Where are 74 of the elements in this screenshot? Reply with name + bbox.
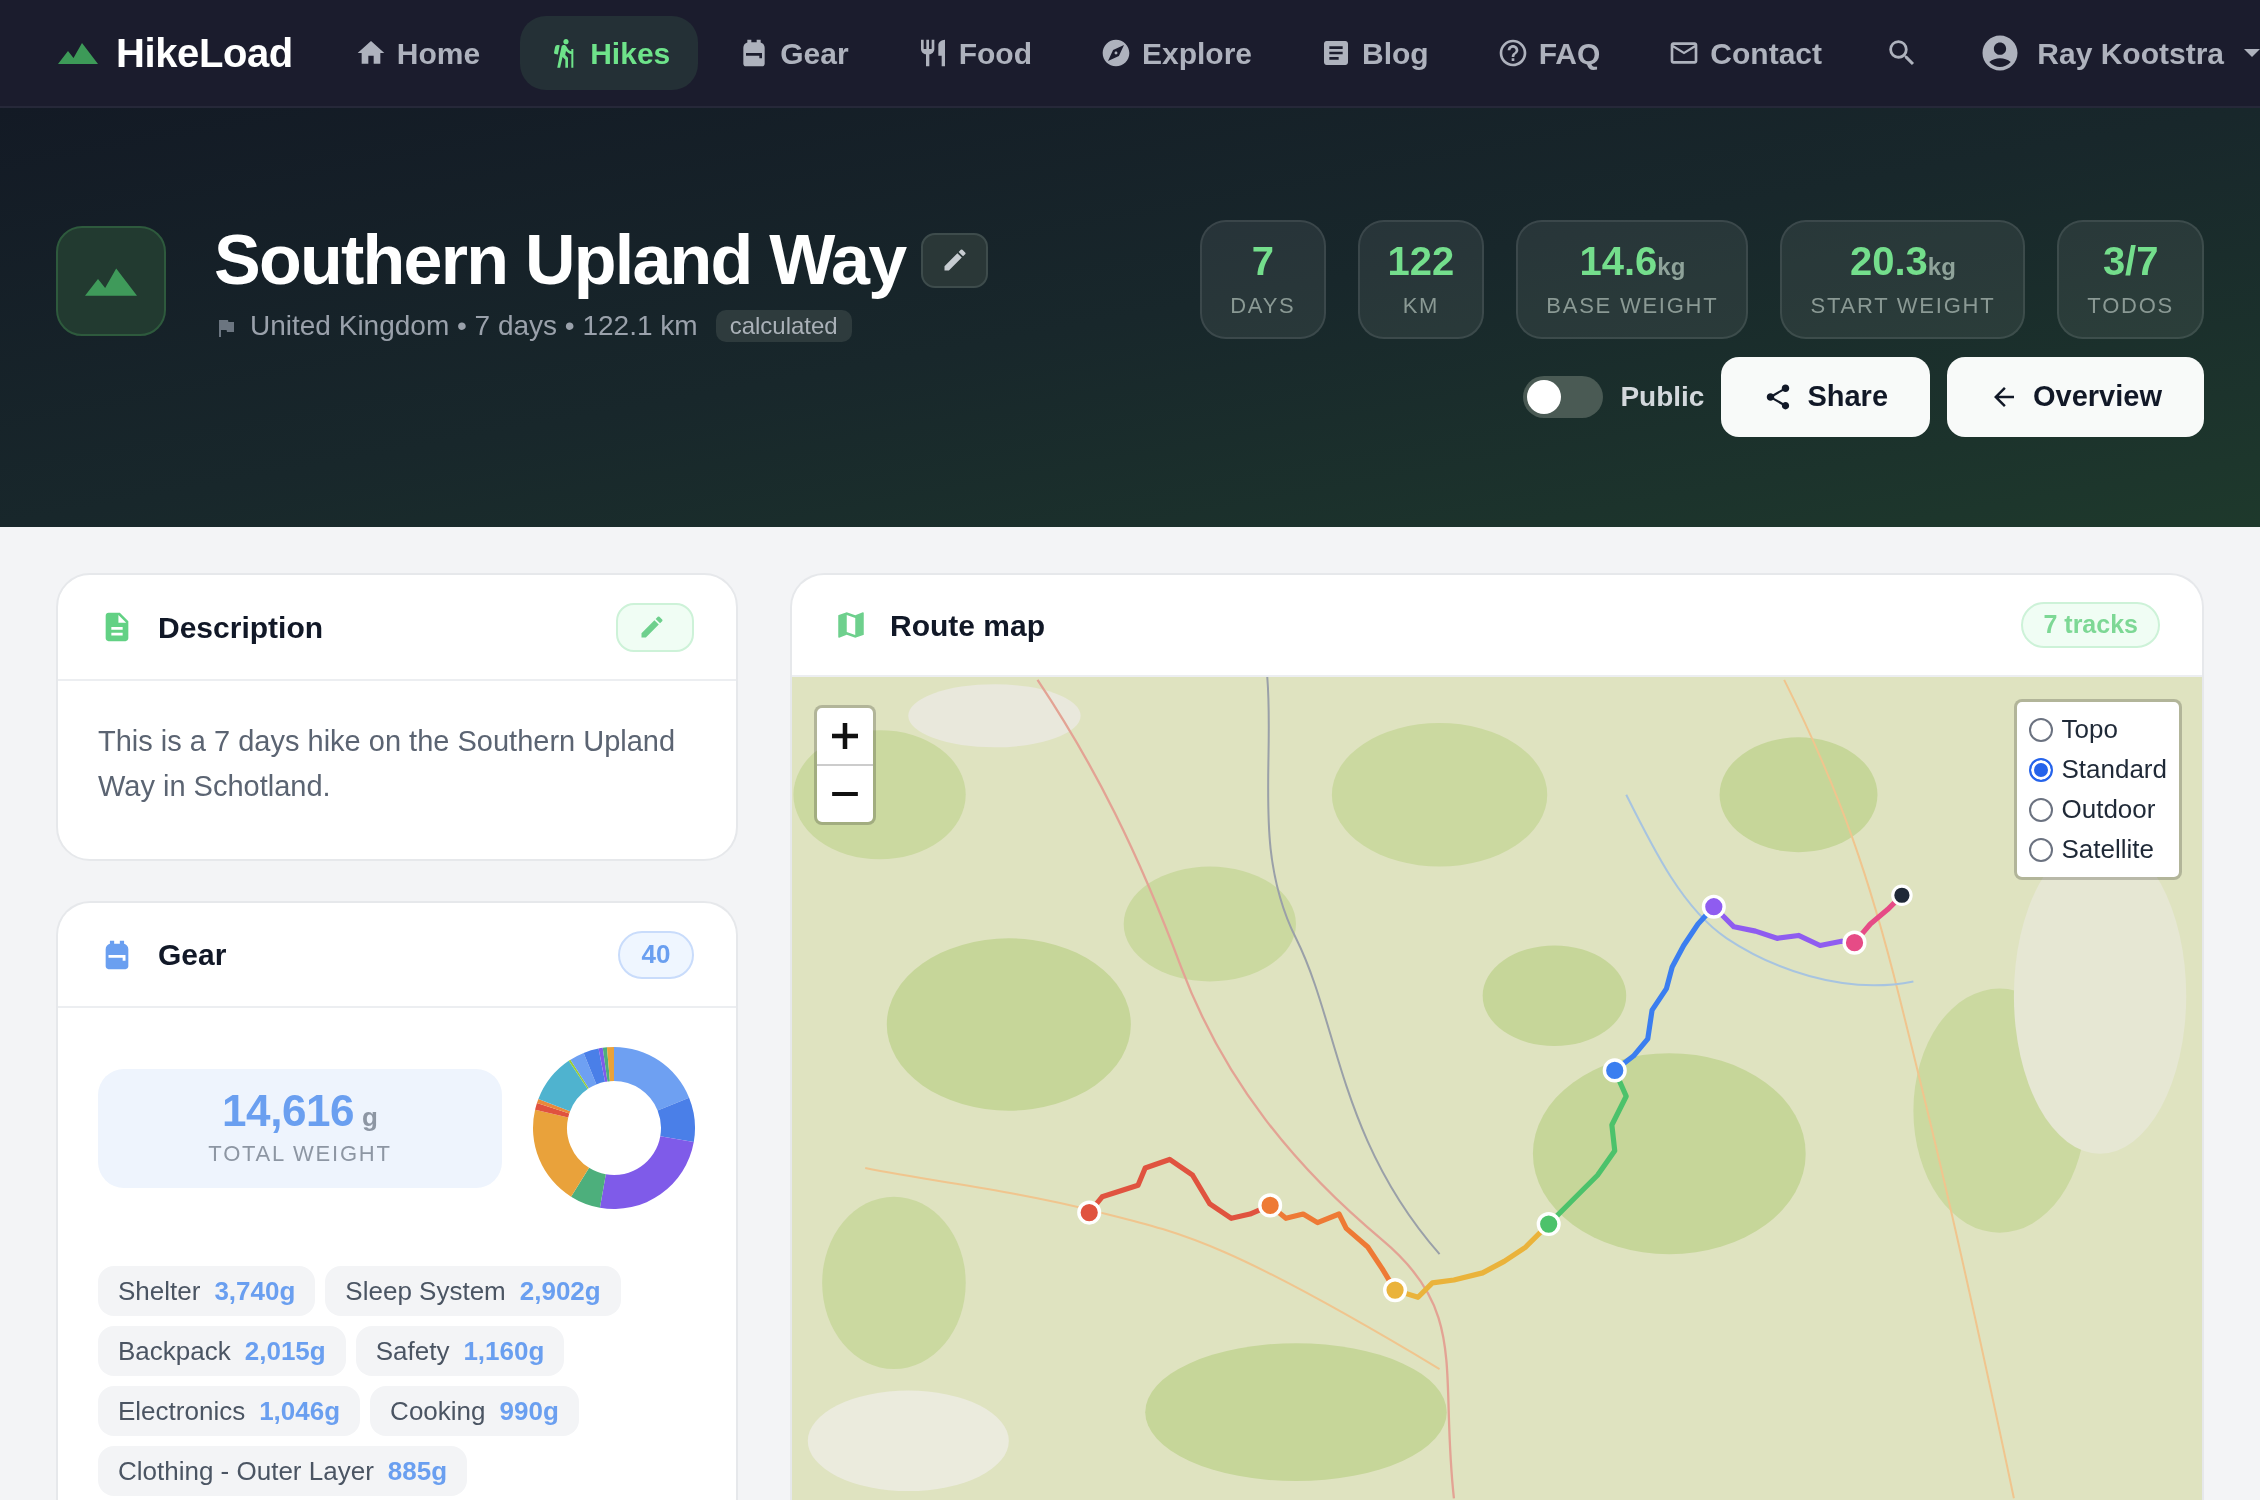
plus-icon — [832, 723, 858, 749]
category-weight: 1,160g — [463, 1334, 545, 1368]
track-start-marker[interactable] — [1701, 894, 1726, 919]
edit-title-button[interactable] — [921, 232, 989, 288]
category-name: Shelter — [118, 1274, 201, 1308]
hike-meta: United Kingdom • 7 days • 122.1 km — [250, 308, 698, 343]
stat-value: 3/7 — [2102, 238, 2159, 285]
stat-label: TODOS — [2087, 292, 2174, 320]
card-title: Description — [158, 609, 324, 646]
share-button[interactable]: Share — [1721, 357, 1930, 437]
stat-value: 122 — [1387, 238, 1455, 285]
stat-value: 14.6 — [1579, 238, 1658, 285]
layer-name[interactable]: Standard — [2061, 752, 2167, 787]
radio-button[interactable] — [2029, 837, 2054, 862]
calculated-badge: calculated — [715, 309, 852, 342]
stat-label: BASE WEIGHT — [1546, 292, 1719, 320]
caret-icon — [2244, 49, 2260, 57]
mountain-logo-icon — [58, 42, 98, 64]
tracks-count-badge: 7 tracks — [2021, 602, 2160, 648]
track-start-marker[interactable] — [1383, 1278, 1408, 1303]
radio-button[interactable] — [2029, 797, 2054, 822]
mountain-icon — [56, 226, 166, 336]
nav-link[interactable]: Contact — [1640, 16, 1850, 90]
stat-label: KM — [1402, 292, 1440, 320]
category-name: Safety — [375, 1334, 450, 1368]
category-name: Cooking — [390, 1394, 486, 1428]
card-title: Gear — [158, 937, 227, 973]
category-weight: 2,902g — [519, 1274, 601, 1308]
card-title: Route map — [890, 607, 1045, 644]
description-text: This is a 7 days hike on the Southern Upland Way in Schotland. — [97, 724, 677, 804]
category-weight: 885g — [387, 1454, 448, 1488]
layer-name[interactable]: Outdoor — [2061, 792, 2156, 827]
track-start-marker[interactable] — [1536, 1212, 1561, 1237]
public-toggle[interactable] — [1523, 376, 1604, 418]
total-weight-value: 14,616 — [222, 1086, 355, 1136]
total-weight-unit: g — [362, 1101, 378, 1134]
radio-button[interactable] — [2029, 757, 2054, 782]
nav-link[interactable]: Gear — [710, 16, 877, 90]
category-weight: 3,740g — [214, 1274, 296, 1308]
minus-icon — [832, 791, 858, 797]
layer-name[interactable]: Topo — [2061, 712, 2118, 747]
gear-count-badge: 40 — [618, 930, 694, 979]
category-weight: 2,015g — [244, 1334, 326, 1368]
nav-link[interactable]: Explore — [1071, 16, 1280, 90]
nav-link[interactable]: Blog — [1292, 16, 1457, 90]
category-weight: 1,046g — [259, 1394, 341, 1428]
stat-label: DAYS — [1230, 292, 1296, 320]
category-name: Sleep System — [345, 1274, 506, 1308]
nav-link[interactable]: Food — [888, 16, 1060, 90]
total-weight-label: TOTAL WEIGHT — [208, 1140, 392, 1168]
route-end-marker[interactable] — [1891, 884, 1913, 907]
nav-link[interactable]: Home — [326, 16, 509, 90]
category-name: Clothing - Outer Layer — [118, 1454, 374, 1488]
track-start-marker[interactable] — [1842, 930, 1867, 955]
radio-button[interactable] — [2029, 717, 2054, 742]
overview-button[interactable]: Overview — [1947, 357, 2204, 437]
public-label: Public — [1620, 380, 1705, 414]
stat-value: 20.3 — [1849, 238, 1928, 285]
nav-link[interactable]: Hikes — [520, 16, 699, 90]
stat-value: 7 — [1251, 238, 1274, 285]
layer-name[interactable]: Satellite — [2061, 832, 2154, 867]
stat-unit: kg — [1657, 252, 1686, 282]
app-logo-link[interactable]: HikeLoad — [58, 23, 293, 83]
track-start-marker[interactable] — [1077, 1200, 1102, 1225]
stat-label: START WEIGHT — [1810, 292, 1996, 320]
category-name: Electronics — [118, 1394, 246, 1428]
nav-link[interactable]: FAQ — [1468, 16, 1629, 90]
hike-title: Southern Upland Way — [214, 220, 906, 301]
user-menu-button[interactable]: Ray Kootstra — [1979, 30, 2260, 76]
track-start-marker[interactable] — [1258, 1193, 1283, 1218]
category-name: Backpack — [118, 1334, 231, 1368]
category-weight: 990g — [499, 1394, 559, 1428]
stat-unit: kg — [1927, 252, 1956, 282]
track-start-marker[interactable] — [1602, 1058, 1627, 1083]
